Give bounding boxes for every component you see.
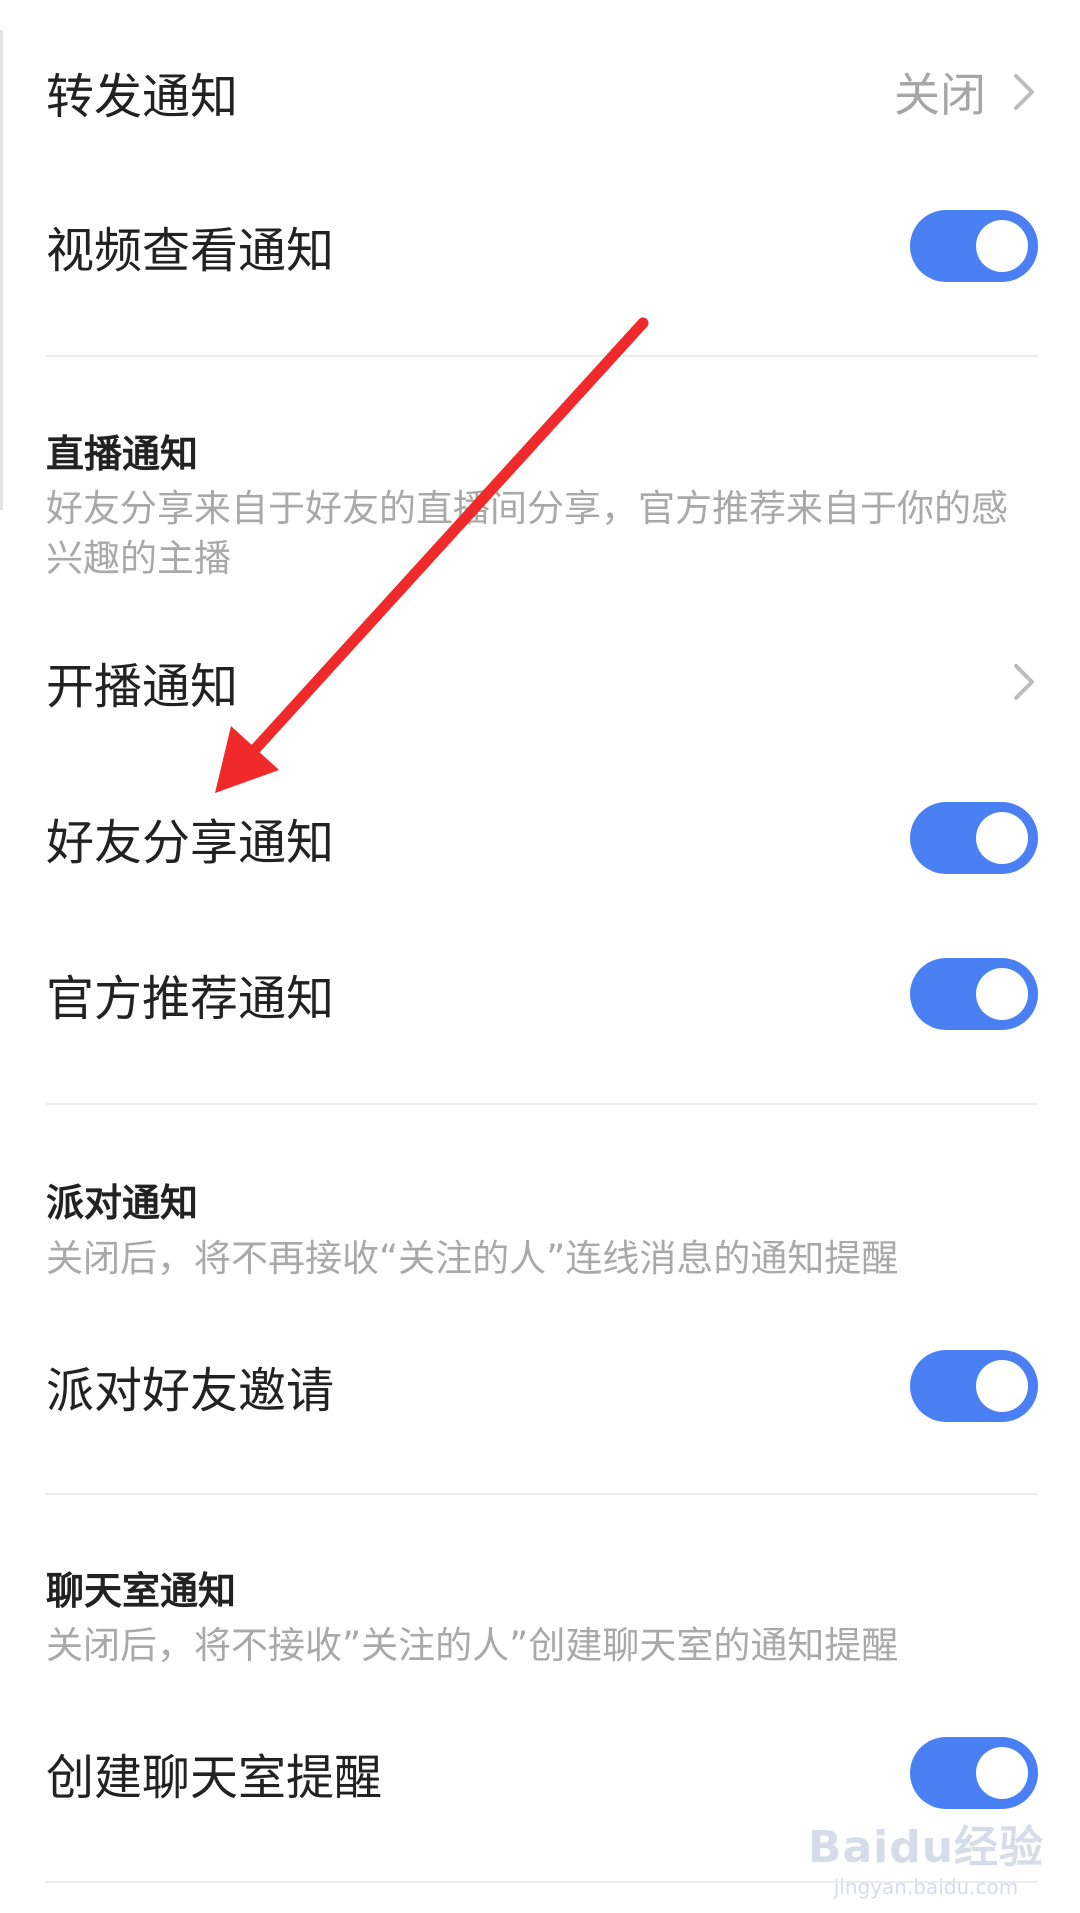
create-chatroom-reminder-row: 创建聊天室提醒 (46, 1723, 1038, 1823)
watermark-logo: Baidu经验 (807, 1822, 1045, 1873)
divider (46, 1493, 1038, 1495)
toggle-knob (976, 1360, 1028, 1412)
divider (46, 355, 1038, 357)
video-view-notification-row: 视频查看通知 (46, 196, 1038, 296)
party-section-title: 派对通知 (46, 1181, 199, 1225)
chatroom-section-title: 聊天室通知 (46, 1569, 237, 1613)
toggle-knob (976, 968, 1028, 1020)
party-section-description: 关闭后，将不再接收“关注的人”连线消息的通知提醒 (46, 1237, 899, 1280)
forward-notification-row[interactable]: 转发通知 关闭 (46, 42, 1038, 142)
chatroom-section-description: 关闭后，将不接收”关注的人”创建聊天室的通知提醒 (46, 1624, 899, 1667)
live-section-description: 好友分享来自于好友的直播间分享，官方推荐来自于你的感兴趣的主播 (46, 487, 1008, 580)
divider (46, 1103, 1038, 1105)
official-recommend-notification-toggle[interactable] (910, 958, 1038, 1030)
forward-notification-label: 转发通知 (46, 69, 239, 125)
party-friend-invite-row: 派对好友邀请 (46, 1336, 1038, 1436)
live-section-title: 直播通知 (46, 432, 199, 476)
official-recommend-notification-row: 官方推荐通知 (46, 944, 1038, 1044)
toggle-knob (976, 220, 1028, 272)
create-chatroom-reminder-label: 创建聊天室提醒 (46, 1750, 383, 1806)
toggle-knob (976, 1747, 1028, 1799)
left-edge-shadow (0, 30, 3, 510)
toggle-knob (976, 812, 1028, 864)
friend-share-notification-label: 好友分享通知 (46, 815, 335, 871)
video-view-notification-toggle[interactable] (910, 210, 1038, 282)
chevron-right-icon (1014, 74, 1034, 110)
baidu-watermark: Baidu经验 jingyan.baidu.com (806, 1811, 1046, 1899)
official-recommend-notification-label: 官方推荐通知 (46, 971, 335, 1027)
start-live-notification-label: 开播通知 (46, 659, 239, 715)
watermark-url: jingyan.baidu.com (833, 1875, 1019, 1899)
chevron-right-icon (1014, 664, 1034, 700)
friend-share-notification-row: 好友分享通知 (46, 788, 1038, 888)
video-view-notification-label: 视频查看通知 (46, 223, 335, 279)
start-live-notification-right (1012, 662, 1038, 702)
create-chatroom-reminder-toggle[interactable] (910, 1737, 1038, 1809)
start-live-notification-row[interactable]: 开播通知 (46, 632, 1038, 732)
forward-notification-right: 关闭 (894, 59, 1038, 125)
friend-share-notification-toggle[interactable] (910, 802, 1038, 874)
party-friend-invite-label: 派对好友邀请 (46, 1363, 335, 1419)
forward-notification-value: 关闭 (894, 68, 986, 122)
party-friend-invite-toggle[interactable] (910, 1350, 1038, 1422)
